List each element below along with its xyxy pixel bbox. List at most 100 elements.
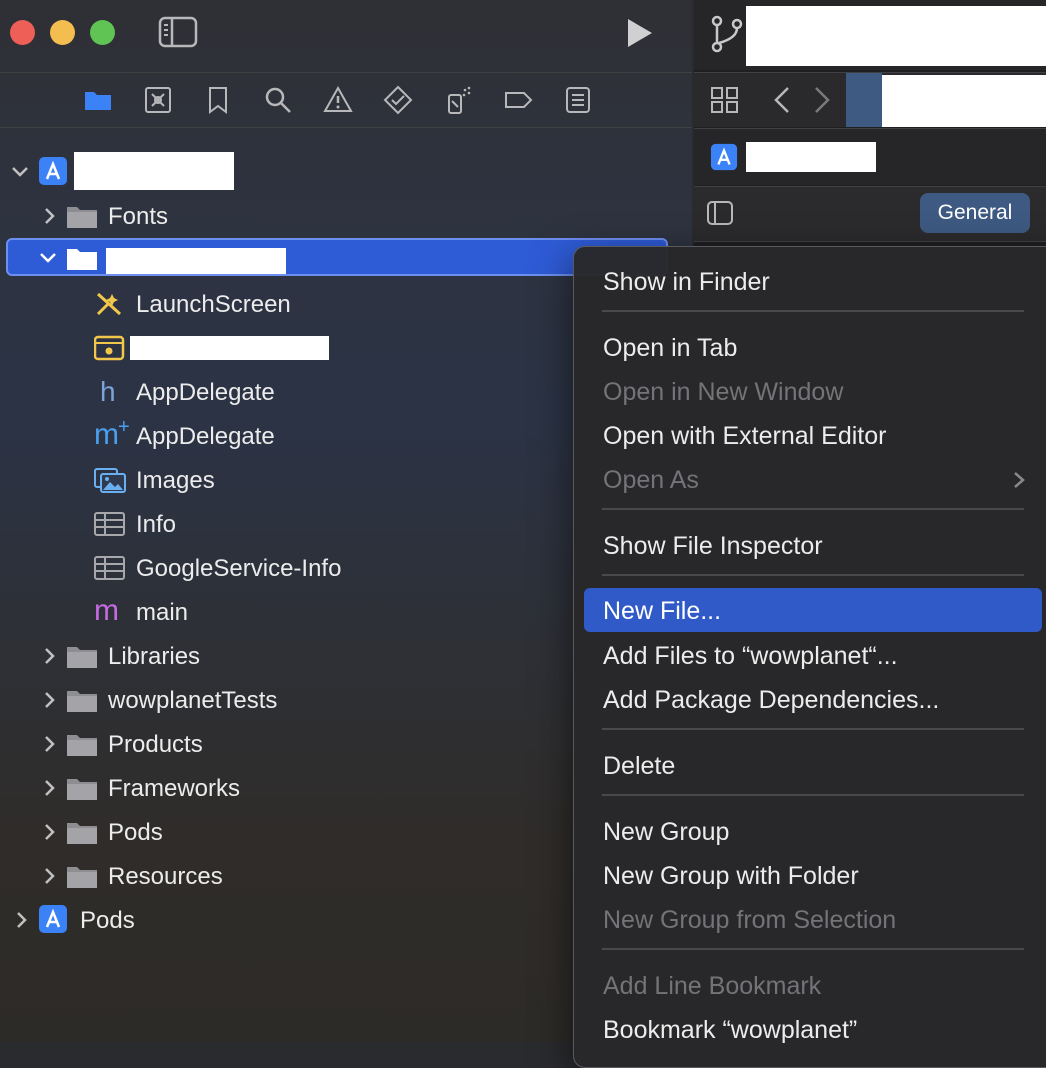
editor-breadcrumb: [694, 128, 1046, 185]
objc-main-icon: m: [94, 594, 119, 627]
file-label: GoogleService-Info: [136, 555, 342, 582]
tree-row-fonts[interactable]: Fonts: [0, 194, 692, 238]
file-label: LaunchScreen: [136, 291, 291, 318]
entitlements-file-icon: [94, 335, 125, 361]
close-window-button[interactable]: [10, 20, 35, 45]
plist-icon: [94, 512, 125, 536]
menu-item-label: Add Line Bookmark: [603, 972, 822, 1000]
menu-item-label: New File...: [603, 597, 722, 625]
test-navigator-icon[interactable]: [383, 85, 413, 115]
redacted-breadcrumb: [746, 142, 876, 172]
menu-item-label: New Group with Folder: [603, 862, 859, 890]
chevron-down-icon[interactable]: [38, 248, 58, 268]
menu-item-add-package-dependencies[interactable]: Add Package Dependencies...: [584, 677, 1042, 721]
folder-label: Fonts: [108, 203, 169, 230]
menu-item-new-group[interactable]: New Group: [584, 809, 1042, 853]
menu-item-label: Delete: [603, 752, 676, 780]
active-tab-indicator: [846, 73, 882, 127]
sidebar-icon[interactable]: [706, 200, 734, 226]
tree-row-project[interactable]: [0, 150, 692, 194]
folder-label: Libraries: [108, 643, 201, 670]
window-toolbar: [0, 0, 692, 70]
menu-item-bookmark[interactable]: Bookmark “wowplanet”: [584, 1007, 1042, 1051]
menu-item-label: Open As: [603, 466, 699, 494]
sidebar-toggle-icon[interactable]: [158, 16, 198, 48]
menu-item-add-files[interactable]: Add Files to “wowplanet“...: [584, 633, 1042, 677]
branch-icon[interactable]: [710, 14, 744, 54]
menu-separator: [602, 310, 1024, 312]
chevron-right-icon[interactable]: [40, 206, 60, 226]
forward-chevron-icon[interactable]: [812, 85, 832, 115]
chevron-down-icon[interactable]: [10, 162, 30, 182]
grid-icon[interactable]: [710, 86, 740, 114]
editor-jump-bar: [694, 72, 1046, 127]
report-navigator-icon[interactable]: [563, 85, 593, 115]
project-label: Pods: [80, 907, 135, 934]
file-label: AppDelegate: [136, 423, 275, 450]
menu-item-show-file-inspector[interactable]: Show File Inspector: [584, 523, 1042, 567]
menu-item-new-file[interactable]: New File...: [584, 588, 1042, 632]
file-label: main: [136, 599, 189, 626]
folder-icon: [67, 249, 97, 270]
asset-catalog-icon: [94, 468, 126, 493]
menu-item-new-group-from-selection: New Group from Selection: [584, 897, 1042, 941]
header-file-icon: h: [100, 376, 116, 407]
editor-toolbar: [694, 0, 1046, 70]
chevron-right-icon[interactable]: [40, 778, 60, 798]
folder-navigator-icon[interactable]: [83, 85, 113, 115]
menu-item-new-group-with-folder[interactable]: New Group with Folder: [584, 853, 1042, 897]
chevron-right-icon[interactable]: [40, 646, 60, 666]
chevron-right-icon[interactable]: [40, 734, 60, 754]
file-label: Images: [136, 467, 215, 494]
menu-item-label: Open in New Window: [603, 378, 844, 406]
find-navigator-icon[interactable]: [263, 85, 293, 115]
menu-item-label: Show File Inspector: [603, 532, 823, 560]
chevron-right-icon[interactable]: [40, 822, 60, 842]
objc-file-icon: m: [94, 418, 119, 451]
minimize-window-button[interactable]: [50, 20, 75, 45]
folder-label: Resources: [108, 863, 223, 890]
folder-icon: [67, 823, 97, 844]
menu-item-open-in-new-window: Open in New Window: [584, 369, 1042, 413]
chevron-right-icon[interactable]: [40, 690, 60, 710]
folder-icon: [67, 207, 97, 228]
folder-icon: [67, 867, 97, 888]
menu-item-label: Add Files to “wowplanet“...: [603, 642, 898, 670]
bookmark-navigator-icon[interactable]: [203, 85, 233, 115]
folder-label: Frameworks: [108, 775, 241, 802]
menu-item-label: New Group: [603, 818, 730, 846]
xcode-project-icon[interactable]: [710, 143, 738, 171]
menu-separator: [602, 508, 1024, 510]
navigator-tab-bar: [0, 72, 692, 128]
issue-navigator-icon[interactable]: [323, 85, 353, 115]
menu-item-label: Open in Tab: [603, 334, 738, 362]
tab-general[interactable]: General: [920, 193, 1030, 233]
menu-item-open-as: Open As: [584, 457, 1042, 501]
context-menu: Show in Finder Open in Tab Open in New W…: [573, 246, 1046, 1068]
chevron-right-icon: [1014, 472, 1025, 488]
menu-item-open-in-tab[interactable]: Open in Tab: [584, 325, 1042, 369]
debug-navigator-icon[interactable]: [443, 85, 473, 115]
chevron-right-icon[interactable]: [12, 910, 32, 930]
menu-item-show-in-finder[interactable]: Show in Finder: [584, 259, 1042, 303]
folder-label: Pods: [108, 819, 163, 846]
file-label: Info: [136, 511, 177, 538]
folder-icon: [67, 647, 97, 668]
menu-item-delete[interactable]: Delete: [584, 743, 1042, 787]
breakpoint-navigator-icon[interactable]: [503, 85, 533, 115]
back-chevron-icon[interactable]: [772, 85, 792, 115]
chevron-right-icon[interactable]: [40, 866, 60, 886]
folder-icon: [67, 735, 97, 756]
maximize-window-button[interactable]: [90, 20, 115, 45]
run-icon[interactable]: [622, 16, 656, 50]
menu-separator: [602, 948, 1024, 950]
menu-item-label: New Group from Selection: [603, 906, 897, 934]
redacted-scheme-name: [746, 6, 1046, 66]
plist-icon: [94, 556, 125, 580]
menu-item-label: Bookmark “wowplanet”: [603, 1016, 858, 1044]
source-control-navigator-icon[interactable]: [143, 85, 173, 115]
menu-item-open-with-external-editor[interactable]: Open with External Editor: [584, 413, 1042, 457]
menu-item-add-line-bookmark: Add Line Bookmark: [584, 963, 1042, 1007]
redacted-tab-name: [882, 75, 1046, 127]
xcode-project-icon: [39, 905, 67, 933]
